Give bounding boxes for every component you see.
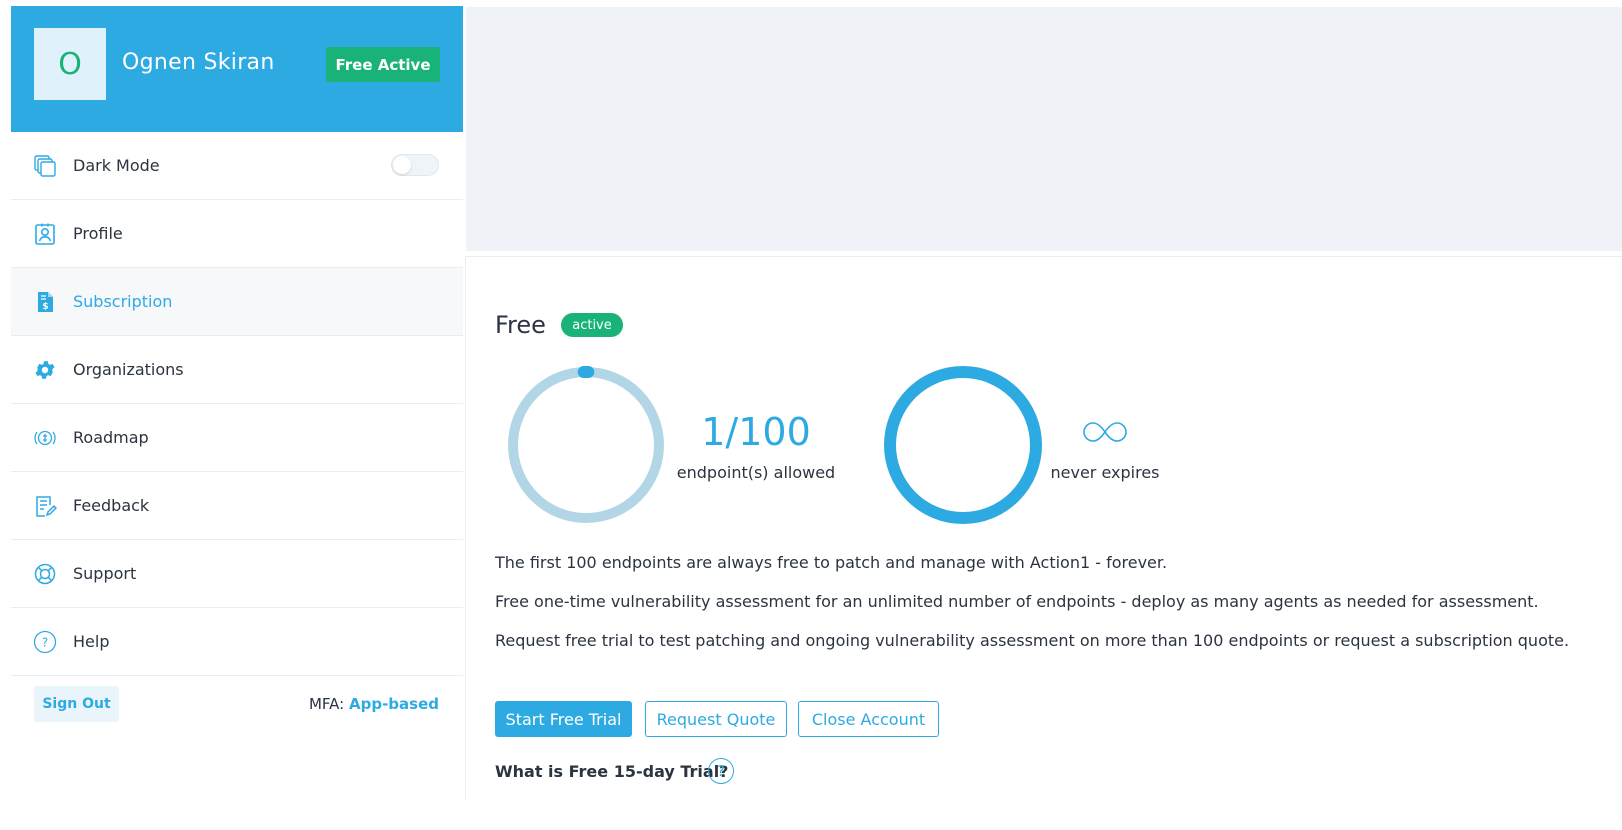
user-header: O Ognen Skiran Free Active — [11, 6, 463, 132]
lifebuoy-icon — [33, 562, 57, 586]
plan-description-line-3: Request free trial to test patching and … — [495, 631, 1570, 650]
plan-description-line-2: Free one-time vulnerability assessment f… — [495, 592, 1539, 611]
top-banner — [466, 7, 1622, 251]
infinity-icon — [1083, 422, 1127, 442]
sidebar-item-label: Dark Mode — [73, 156, 160, 175]
sidebar-item-label: Roadmap — [73, 428, 149, 447]
content-left-border — [465, 256, 466, 801]
sidebar-item-label: Feedback — [73, 496, 150, 515]
endpoints-usage-ring — [508, 366, 664, 523]
sidebar-item-profile[interactable]: Profile — [11, 200, 463, 268]
sidebar-item-support[interactable]: Support — [11, 540, 463, 608]
plan-description-line-1: The first 100 endpoints are always free … — [495, 553, 1168, 572]
sidebar-item-label: Support — [73, 564, 137, 583]
endpoints-label: endpoint(s) allowed — [676, 463, 836, 482]
close-account-button[interactable]: Close Account — [798, 701, 939, 737]
content-divider — [466, 256, 1622, 257]
feedback-icon — [33, 494, 57, 518]
sidebar-item-dark-mode: Dark Mode — [11, 132, 463, 200]
plan-title: Free — [495, 311, 546, 339]
sidebar-item-subscription[interactable]: $ Subscription — [11, 268, 463, 336]
request-quote-button[interactable]: Request Quote — [645, 701, 787, 737]
sidebar-item-label: Organizations — [73, 360, 184, 379]
svg-text:?: ? — [42, 635, 48, 649]
sidebar-item-feedback[interactable]: Feedback — [11, 472, 463, 540]
endpoints-ring-track — [508, 367, 664, 523]
free-trial-question: What is Free 15-day Trial? — [495, 762, 729, 781]
sidebar-footer: Sign Out MFA: App-based — [11, 666, 463, 746]
plan-active-badge: active — [561, 313, 623, 337]
sidebar-item-roadmap[interactable]: Roadmap — [11, 404, 463, 472]
expiry-label: never expires — [1050, 463, 1160, 482]
svg-text:$: $ — [42, 302, 48, 312]
account-sidebar: O Ognen Skiran Free Active Dark Mode Pro… — [11, 6, 463, 806]
start-free-trial-button[interactable]: Start Free Trial — [495, 701, 632, 737]
help-circle-icon[interactable]: ? — [708, 758, 734, 784]
mfa-value-link[interactable]: App-based — [349, 695, 439, 713]
gear-icon — [33, 358, 57, 382]
subscription-icon: $ — [33, 290, 57, 314]
avatar: O — [34, 28, 106, 100]
avatar-initial: O — [58, 46, 82, 82]
expiry-ring-track — [884, 366, 1042, 524]
roadmap-icon — [33, 426, 57, 450]
dark-mode-icon — [33, 154, 57, 178]
expiry-ring — [884, 366, 1042, 524]
sidebar-item-label: Subscription — [73, 292, 173, 311]
endpoints-count: 1/100 — [701, 410, 811, 454]
sidebar-item-label: Profile — [73, 224, 123, 243]
user-name: Ognen Skiran — [122, 50, 275, 75]
help-icon: ? — [33, 630, 57, 654]
dark-mode-toggle[interactable] — [391, 154, 439, 176]
sidebar-item-organizations[interactable]: Organizations — [11, 336, 463, 404]
sidebar-item-label: Help — [73, 632, 110, 651]
plan-status-badge: Free Active — [326, 47, 440, 82]
mfa-status: MFA: App-based — [309, 695, 439, 713]
profile-icon — [33, 222, 57, 246]
sidebar-menu: Dark Mode Profile $ Subscription Organiz… — [11, 132, 463, 676]
mfa-label: MFA: — [308, 695, 345, 713]
sign-out-button[interactable]: Sign Out — [34, 686, 119, 722]
